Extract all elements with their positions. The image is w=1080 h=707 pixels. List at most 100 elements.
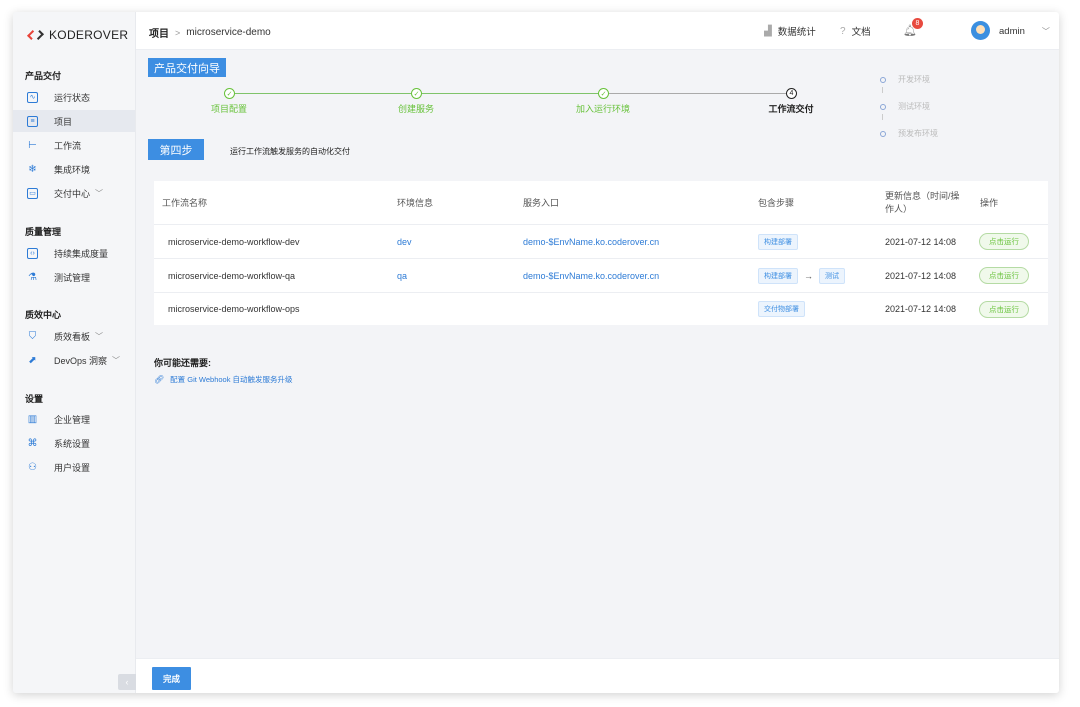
code-icon: ‹› — [27, 247, 38, 259]
wizard-title: 产品交付向导 — [148, 58, 226, 77]
col-header-env: 环境信息 — [397, 197, 434, 208]
sidebar-item-delivery-center[interactable]: ▭ 交付中心 ﹀ — [13, 182, 135, 204]
breadcrumb: 项目 > microservice-demo — [149, 25, 271, 40]
table-row: microservice-demo-workflow-ops 交付物部署 202… — [154, 293, 1048, 325]
stats-link[interactable]: ▟ 数据统计 — [764, 12, 816, 50]
top-header: 项目 > microservice-demo ▟ 数据统计 ? 文档 🔔︎ 8 … — [136, 12, 1059, 50]
step-connector — [609, 93, 786, 94]
step-label: 创建服务 — [397, 104, 435, 114]
action-cell: 点击运行 — [979, 293, 1029, 325]
koderover-logo-icon — [27, 29, 44, 41]
table-header: 工作流名称 环境信息 服务入口 包含步骤 更新信息（时间/操 作人） 操作 — [154, 181, 1048, 225]
env-link[interactable]: dev — [397, 225, 412, 258]
shield-icon: ⛉ — [28, 330, 37, 342]
webhook-config-link[interactable]: 🔗︎ 配置 Git Webhook 自动触发服务升级 — [154, 374, 293, 385]
docs-link[interactable]: ? 文档 — [840, 12, 871, 50]
footer-bar: 完成 — [136, 658, 1059, 693]
done-button[interactable]: 完成 — [152, 667, 191, 690]
table-row: microservice-demo-workflow-qa qa demo-$E… — [154, 259, 1048, 293]
sidebar-item-user-settings[interactable]: ⚇ 用户设置 — [13, 456, 135, 478]
step-connector — [235, 93, 411, 94]
col-header-steps: 包含步骤 — [758, 197, 795, 208]
circle-icon — [880, 103, 886, 110]
sidebar-item-label: 交付中心 — [54, 188, 91, 199]
run-button[interactable]: 点击运行 — [979, 267, 1029, 284]
sidebar-item-label: 集成环境 — [54, 164, 91, 175]
workflow-name[interactable]: microservice-demo-workflow-qa — [168, 259, 295, 292]
arrow-right-icon: → — [804, 270, 813, 281]
step-tag: 交付物部署 — [758, 301, 805, 317]
user-menu[interactable]: admin ﹀ — [999, 12, 1050, 50]
action-cell: 点击运行 — [979, 259, 1029, 292]
sidebar-item-label: 运行状态 — [54, 92, 91, 103]
circle-icon — [880, 130, 886, 137]
workflow-table: 工作流名称 环境信息 服务入口 包含步骤 更新信息（时间/操 作人） 操作 mi… — [154, 181, 1048, 325]
step-label: 项目配置 — [210, 104, 248, 114]
user-name: admin — [999, 25, 1025, 37]
sidebar-item-label: 企业管理 — [54, 414, 91, 425]
step-connector — [422, 93, 598, 94]
sidebar-item-environment[interactable]: ❄ 集成环境 — [13, 158, 135, 180]
step-current-number: 4 — [786, 88, 797, 99]
service-entry-link[interactable]: demo-$EnvName.ko.coderover.cn — [523, 225, 659, 258]
env-link[interactable]: qa — [397, 259, 407, 292]
sidebar-item-project[interactable]: ≡ 项目 — [13, 110, 135, 132]
building-icon: ▥ — [27, 413, 38, 425]
stats-label: 数据统计 — [777, 27, 816, 38]
sidebar-item-label: 持续集成度量 — [54, 248, 109, 259]
env-item: 预发布环境 — [880, 128, 938, 139]
sidebar-item-devops-insight[interactable]: ⬈ DevOps 洞察 ﹀ — [13, 349, 135, 371]
step-tag: 构建部署 — [758, 233, 798, 250]
sidebar-item-system-settings[interactable]: ⌘ 系统设置 — [13, 432, 135, 454]
updated-cell: 2021-07-12 14:08 — [885, 236, 957, 247]
flask-icon: ⚗ — [28, 271, 37, 283]
sidebar-item-label: 测试管理 — [54, 272, 91, 283]
stats-icon: ▟ — [764, 25, 772, 37]
step-description: 运行工作流触发服务的自动化交付 — [230, 147, 350, 156]
chevron-down-icon: ﹀ — [95, 331, 104, 341]
table-row: microservice-demo-workflow-dev dev demo-… — [154, 225, 1048, 259]
env-item: 测试环境 — [880, 101, 930, 112]
sidebar-item-enterprise[interactable]: ▥ 企业管理 — [13, 408, 135, 430]
avatar[interactable] — [971, 21, 990, 40]
sidebar-item-quality-board[interactable]: ⛉ 质效看板 ﹀ — [13, 325, 135, 347]
breadcrumb-root[interactable]: 项目 — [149, 25, 169, 40]
sidebar-collapse-button[interactable]: ‹ — [118, 674, 136, 690]
sidebar-item-ci-metrics[interactable]: ‹› 持续集成度量 — [13, 242, 135, 264]
step-done-check-icon: ✓ — [598, 88, 609, 99]
sidebar-item-label: 质效看板 — [54, 331, 91, 342]
col-header-action: 操作 — [980, 197, 999, 208]
step-tag: 构建部署 — [758, 267, 798, 284]
breadcrumb-separator: > — [175, 27, 181, 38]
col-header-entry: 服务入口 — [523, 197, 560, 208]
workflow-name[interactable]: microservice-demo-workflow-dev — [168, 225, 300, 258]
delivery-icon: ▭ — [27, 187, 38, 199]
logo[interactable]: KODEROVER — [27, 27, 129, 43]
workflow-name[interactable]: microservice-demo-workflow-ops — [168, 293, 300, 325]
action-cell: 点击运行 — [979, 225, 1029, 258]
service-entry-link[interactable]: demo-$EnvName.ko.coderover.cn — [523, 259, 659, 292]
sidebar-item-workflow[interactable]: ⊢ 工作流 — [13, 134, 135, 156]
steps-cell: 构建部署 — [758, 225, 798, 258]
env-connector — [882, 87, 883, 93]
logo-text: KODEROVER — [49, 28, 129, 42]
chevron-down-icon: ﹀ — [95, 188, 104, 198]
sidebar-item-label: 用户设置 — [54, 462, 91, 473]
run-button[interactable]: 点击运行 — [979, 233, 1029, 250]
sidebar-item-test-management[interactable]: ⚗ 测试管理 — [13, 266, 135, 288]
env-connector — [882, 114, 883, 120]
step-badge: 第四步 — [148, 139, 204, 160]
step-label-current: 工作流交付 — [768, 104, 814, 114]
suggestions-title: 你可能还需要: — [154, 358, 211, 368]
steps-cell: 交付物部署 — [758, 293, 805, 325]
col-header-updated: 更新信息（时间/操 作人） — [885, 191, 960, 214]
circle-icon — [880, 76, 886, 83]
nav-group-title-delivery: 产品交付 — [25, 71, 62, 81]
run-button[interactable]: 点击运行 — [979, 300, 1029, 318]
sidebar-item-status[interactable]: ∿ 运行状态 — [13, 86, 135, 108]
sidebar: KODEROVER 产品交付 ∿ 运行状态 ≡ 项目 ⊢ 工作流 ❄ 集成环境 … — [13, 12, 136, 693]
sidebar-item-label: 项目 — [54, 116, 73, 127]
step-label: 加入运行环境 — [575, 104, 631, 114]
chevron-down-icon: ﹀ — [112, 355, 121, 365]
workflow-icon: ⊢ — [28, 139, 37, 151]
